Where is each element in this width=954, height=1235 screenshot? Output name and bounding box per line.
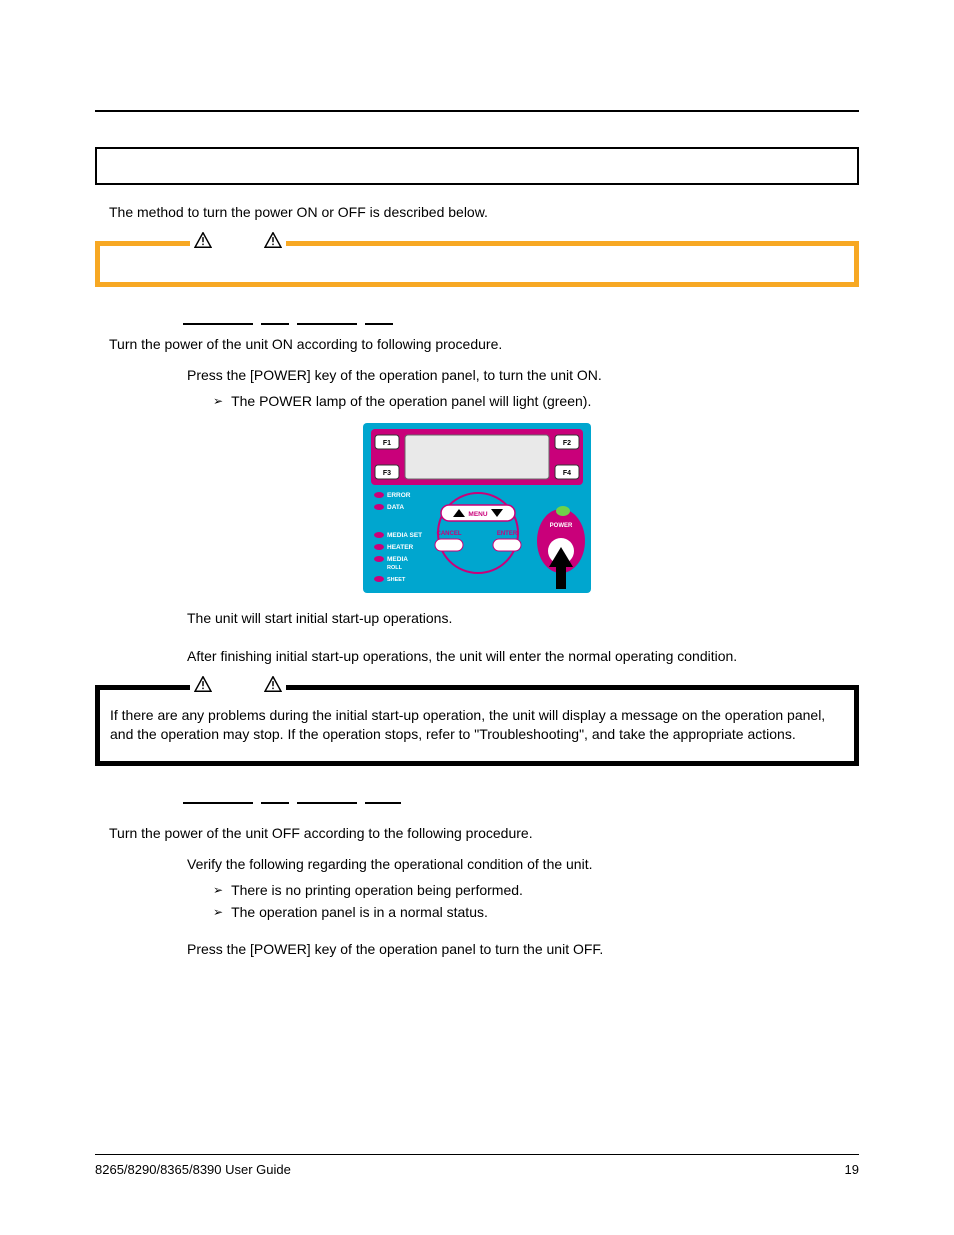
data-label: DATA xyxy=(387,504,404,511)
f2-key: F2 xyxy=(563,440,571,447)
subhead-power-on xyxy=(183,323,859,325)
warning-icon xyxy=(264,676,282,692)
power-off-bullets: ➢ There is no printing operation being p… xyxy=(213,881,859,922)
bullet-icon: ➢ xyxy=(213,392,223,410)
roll-label: ROLL xyxy=(387,565,403,571)
page-footer: 8265/8290/8365/8390 User Guide 19 xyxy=(95,1154,859,1179)
f4-key: F4 xyxy=(563,470,571,477)
mediaset-label: MEDIA SET xyxy=(387,532,422,539)
f3-key: F3 xyxy=(383,470,391,477)
header-rule xyxy=(95,110,859,112)
footer-page-number: 19 xyxy=(845,1161,859,1179)
cancel-label: CANCEL xyxy=(437,531,462,537)
bullet-icon: ➢ xyxy=(213,903,223,921)
bullet-text: The POWER lamp of the operation panel wi… xyxy=(231,392,591,412)
subhead-power-off xyxy=(183,802,859,804)
heater-label: HEATER xyxy=(387,544,414,551)
list-item: ➢ The operation panel is in a normal sta… xyxy=(213,903,859,923)
media-label: MEDIA xyxy=(387,556,408,563)
warning-icon xyxy=(194,232,212,248)
power-off-step2: Press the [POWER] key of the operation p… xyxy=(187,940,859,960)
power-on-after2: After finishing initial start-up operati… xyxy=(187,647,859,667)
power-off-intro: Turn the power of the unit OFF according… xyxy=(109,824,859,844)
power-on-step1: Press the [POWER] key of the operation p… xyxy=(187,366,859,386)
bullet-text: There is no printing operation being per… xyxy=(231,881,523,901)
footer-left: 8265/8290/8365/8390 User Guide xyxy=(95,1161,291,1179)
power-on-intro: Turn the power of the unit ON according … xyxy=(109,335,859,355)
list-item: ➢ There is no printing operation being p… xyxy=(213,881,859,901)
intro-para: The method to turn the power ON or OFF i… xyxy=(109,203,859,223)
power-on-bullets: ➢ The POWER lamp of the operation panel … xyxy=(213,392,859,412)
caution-label xyxy=(190,232,286,248)
bullet-icon: ➢ xyxy=(213,881,223,899)
bullet-text: The operation panel is in a normal statu… xyxy=(231,903,488,923)
section-header-box xyxy=(95,147,859,185)
caution-callout xyxy=(95,241,859,287)
warning-icon xyxy=(194,676,212,692)
f1-key: F1 xyxy=(383,440,391,447)
menu-label: MENU xyxy=(468,511,487,518)
error-label: ERROR xyxy=(387,492,411,499)
operation-panel-figure: F1 F2 F3 F4 ERROR DATA MEDIA SET HEATER … xyxy=(95,423,859,593)
operation-panel-svg: F1 F2 F3 F4 ERROR DATA MEDIA SET HEATER … xyxy=(363,423,591,593)
sheet-label: SHEET xyxy=(387,577,406,583)
notes-text: If there are any problems during the ini… xyxy=(110,706,844,745)
enter-label: ENTER xyxy=(497,531,518,537)
list-item: ➢ The POWER lamp of the operation panel … xyxy=(213,392,859,412)
notes-label xyxy=(190,676,286,692)
power-on-after1: The unit will start initial start-up ope… xyxy=(187,609,859,629)
warning-icon xyxy=(264,232,282,248)
power-off-step1: Verify the following regarding the opera… xyxy=(187,855,859,875)
notes-callout: If there are any problems during the ini… xyxy=(95,685,859,766)
power-label: POWER xyxy=(550,523,573,529)
